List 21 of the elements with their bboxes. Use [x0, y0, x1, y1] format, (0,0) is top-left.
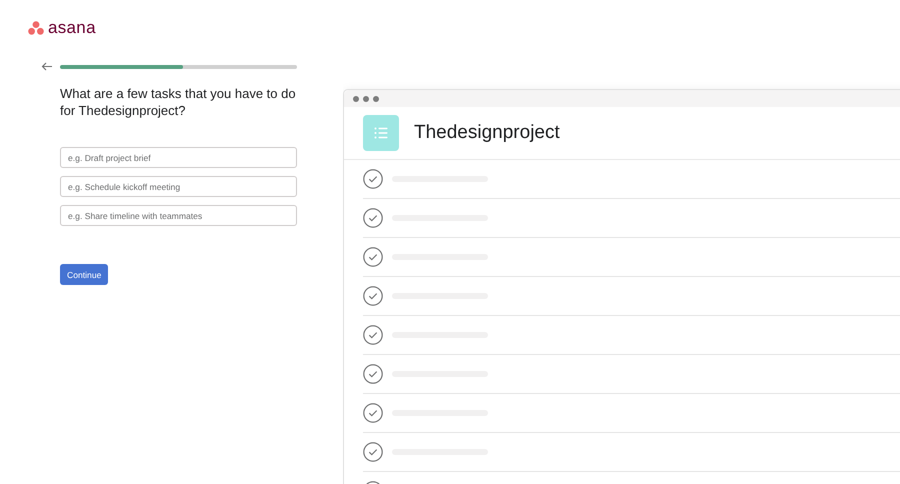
check-circle-icon: [363, 286, 383, 306]
task-input-field[interactable]: e.g. Draft project brief: [60, 147, 297, 168]
window-dot-icon: [363, 96, 369, 102]
question-heading: What are a few tasks that you have to do for Thedesignproject?: [60, 85, 297, 119]
continue-button[interactable]: Continue: [60, 264, 108, 285]
project-title: Thedesignproject: [414, 122, 560, 144]
logo-icon: [28, 21, 44, 35]
window-dot-icon: [373, 96, 379, 102]
task-input-field[interactable]: e.g. Schedule kickoff meeting: [60, 176, 297, 197]
check-circle-icon: [363, 364, 383, 384]
check-circle-icon: [363, 442, 383, 462]
window-dot-icon: [353, 96, 359, 102]
check-circle-icon: [363, 325, 383, 345]
logo-wordmark: asana: [48, 20, 96, 36]
check-circle-icon: [363, 247, 383, 267]
check-circle-icon: [363, 403, 383, 423]
list-icon: [363, 115, 399, 151]
task-input-field[interactable]: e.g. Share timeline with teammates: [60, 205, 297, 226]
back-arrow-icon[interactable]: [41, 62, 53, 71]
check-circle-icon: [363, 169, 383, 189]
check-circle-icon: [363, 208, 383, 228]
